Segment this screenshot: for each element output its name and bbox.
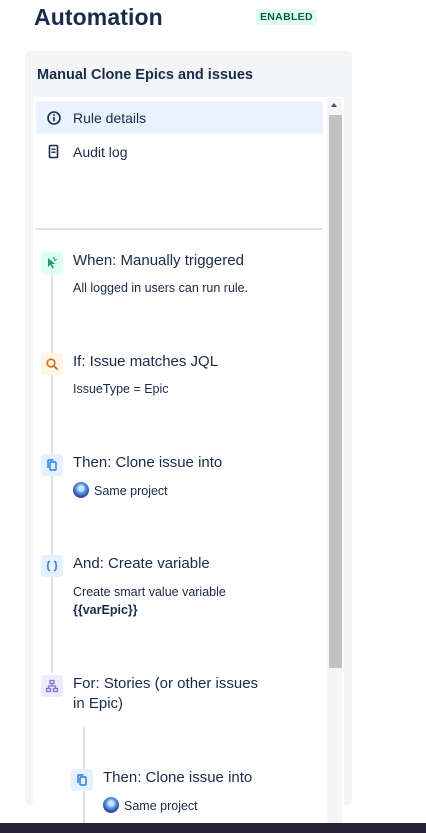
step-subtitle: IssueType = Epic (73, 382, 169, 396)
divider (36, 228, 323, 230)
rule-step-list: Rule details Audit log When: Manually tr… (33, 97, 344, 833)
scroll-thumb[interactable] (329, 115, 342, 668)
rule-panel: Manual Clone Epics and issues Rule detai… (25, 51, 352, 833)
hierarchy-icon (41, 675, 63, 697)
rule-title: Manual Clone Epics and issues (37, 67, 253, 83)
variable-name: {{varEpic}} (73, 603, 138, 617)
scroll-up-arrow-icon[interactable] (331, 103, 337, 107)
copy-icon (71, 769, 93, 791)
page-header: Automation ENABLED (34, 2, 334, 34)
project-avatar (103, 797, 119, 813)
bottom-bar (0, 823, 426, 833)
step-subtitle: Create smart value variable (73, 585, 226, 599)
braces-icon (41, 555, 63, 577)
step-subtitle-variable: {{varEpic}} (73, 602, 138, 618)
project-name: Same project (124, 799, 198, 813)
copy-icon (41, 454, 63, 476)
step-title: Then: Clone issue into (103, 769, 253, 786)
magnifier-icon (41, 353, 63, 375)
nav-label: Audit log (73, 144, 128, 160)
cursor-click-icon (41, 252, 63, 274)
scrollbar[interactable] (327, 98, 342, 833)
step-subtitle: Same project (103, 797, 198, 814)
step-subtitle: Same project (73, 482, 168, 499)
step-title: If: Issue matches JQL (73, 353, 219, 370)
step-subtitle: All logged in users can run rule. (73, 281, 249, 295)
step-title: When: Manually triggered (73, 252, 244, 269)
step-title: And: Create variable (73, 555, 210, 572)
step-title: Then: Clone issue into (73, 454, 223, 471)
step-title-line2: in Epic) (73, 695, 124, 712)
nav-label: Rule details (73, 110, 147, 126)
step-title: For: Stories (or other issues (73, 675, 259, 692)
project-name: Same project (94, 484, 168, 498)
status-badge: ENABLED (256, 9, 317, 25)
page-title: Automation (34, 4, 163, 30)
document-icon (46, 144, 62, 160)
nav-rule-details[interactable]: Rule details (36, 101, 323, 134)
info-icon (46, 110, 62, 126)
project-avatar (73, 482, 89, 498)
nav-audit-log[interactable]: Audit log (36, 135, 323, 168)
